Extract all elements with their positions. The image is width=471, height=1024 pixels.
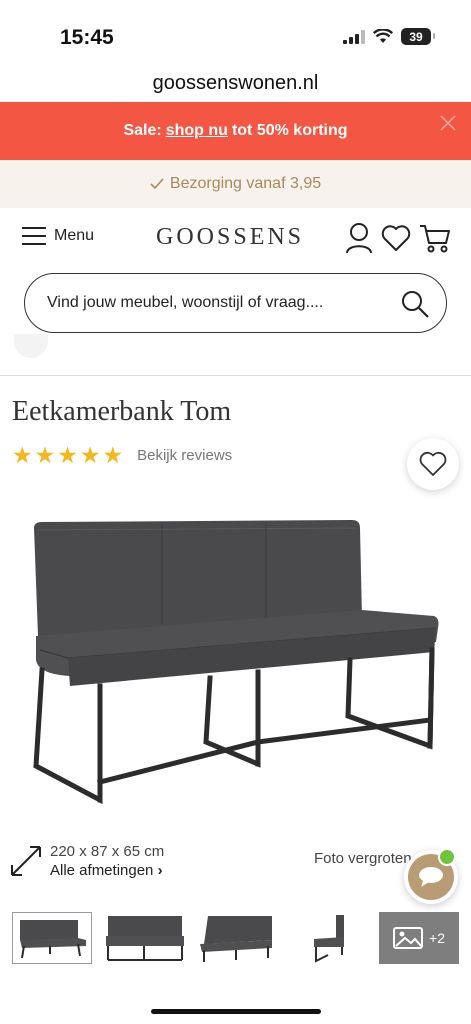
wifi-icon xyxy=(373,29,393,43)
chat-button[interactable] xyxy=(404,848,458,904)
battery-indicator: 39 xyxy=(401,28,435,45)
status-bar: 15:45 39 xyxy=(0,0,471,68)
dimensions-info[interactable]: 220 x 87 x 65 cm Alle afmetingen › xyxy=(10,842,164,879)
delivery-bar: Bezorging vanaf 3,95 xyxy=(0,160,471,208)
status-icons: 39 xyxy=(343,28,435,45)
menu-label: Menu xyxy=(54,227,95,244)
heart-icon xyxy=(419,451,447,476)
close-icon[interactable] xyxy=(439,114,457,132)
heart-icon[interactable] xyxy=(381,223,411,253)
thumbnail-4[interactable] xyxy=(288,912,368,964)
thumbnail-image xyxy=(314,915,344,963)
search-icon[interactable] xyxy=(400,289,430,319)
sale-banner: Sale: shop nu tot 50% korting xyxy=(0,102,471,160)
site-logo[interactable]: GOOSSENS xyxy=(156,224,304,251)
star-icon: ★ xyxy=(57,442,78,468)
sale-suffix: tot 50% korting xyxy=(231,122,348,139)
user-icon[interactable] xyxy=(345,222,373,254)
hamburger-icon xyxy=(22,227,46,245)
online-status-dot xyxy=(438,848,456,866)
all-dimensions-label: Alle afmetingen xyxy=(50,862,154,879)
header-icons xyxy=(345,222,451,254)
product-rating: ★ ★ ★ ★ ★ Bekijk reviews xyxy=(12,442,232,468)
thumbnail-image xyxy=(200,916,272,962)
sale-shop-link[interactable]: shop nu xyxy=(166,122,228,140)
status-time: 15:45 xyxy=(60,26,114,49)
chevron-right-icon: › xyxy=(157,862,163,879)
dimensions-text: 220 x 87 x 65 cm xyxy=(50,843,165,860)
zoom-photo-link[interactable]: Foto vergroten xyxy=(314,850,412,867)
resize-icon xyxy=(11,845,41,876)
search-input[interactable]: Vind jouw meubel, woonstijl of vraag.... xyxy=(47,294,446,312)
thumbnail-1[interactable] xyxy=(12,912,92,964)
star-icon: ★ xyxy=(34,442,56,468)
thumbnail-image xyxy=(106,916,184,961)
cart-icon[interactable] xyxy=(419,223,451,253)
more-thumbnails-count: +2 xyxy=(429,930,445,946)
chat-icon xyxy=(419,867,443,887)
image-icon xyxy=(393,927,424,949)
all-dimensions-link[interactable]: Alle afmetingen › xyxy=(50,862,164,879)
product-title: Eetkamerbank Tom xyxy=(12,396,232,427)
thumbnail-2[interactable] xyxy=(104,912,184,964)
more-thumbnails-button[interactable]: +2 xyxy=(379,912,459,964)
sale-prefix: Sale: xyxy=(123,122,162,139)
url-bar[interactable]: goossenswonen.nl xyxy=(0,68,471,102)
check-icon xyxy=(150,178,164,190)
product-image[interactable] xyxy=(26,510,446,810)
site-header: Menu GOOSSENS xyxy=(0,208,471,270)
search-field[interactable]: Vind jouw meubel, woonstijl of vraag.... xyxy=(24,273,447,333)
delivery-text: Bezorging vanaf 3,95 xyxy=(169,175,322,192)
back-button[interactable] xyxy=(14,334,48,358)
star-icon: ★ xyxy=(12,442,33,468)
thumbnail-strip: +2 xyxy=(12,912,471,966)
reviews-link[interactable]: Bekijk reviews xyxy=(137,447,232,464)
star-icon: ★ xyxy=(102,442,124,468)
breadcrumb xyxy=(0,334,471,376)
wishlist-button[interactable] xyxy=(407,438,459,490)
menu-button[interactable]: Menu xyxy=(22,226,94,246)
home-indicator xyxy=(151,1009,321,1014)
star-icon: ★ xyxy=(79,442,101,468)
thumbnail-image xyxy=(20,920,86,959)
signal-icon xyxy=(343,29,365,44)
thumbnail-3[interactable] xyxy=(196,912,276,964)
